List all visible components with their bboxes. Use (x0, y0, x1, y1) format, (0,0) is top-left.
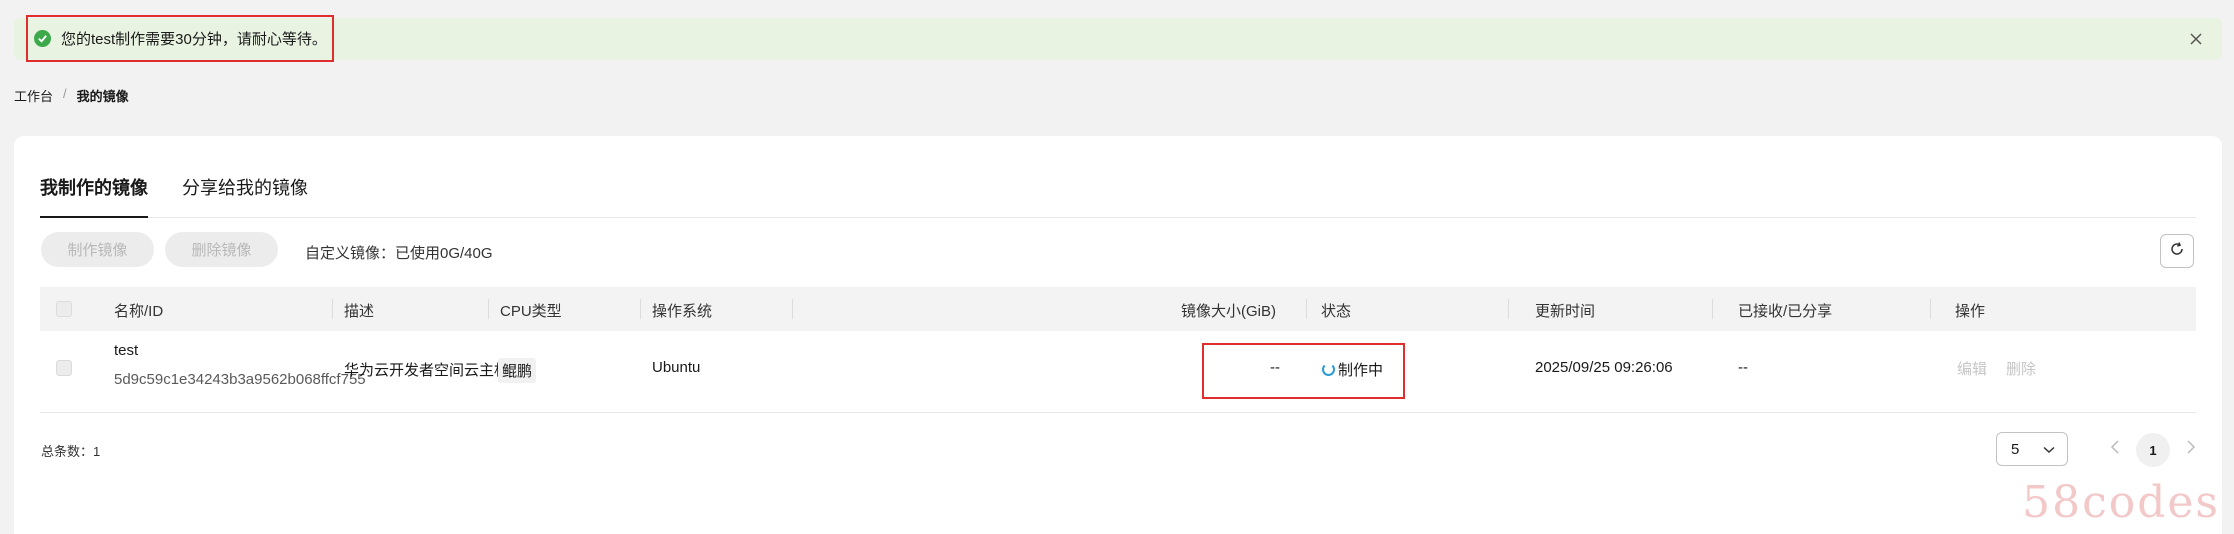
loading-icon (1322, 363, 1335, 376)
delete-image-button[interactable]: 删除镜像 (165, 232, 278, 267)
breadcrumb-workspace[interactable]: 工作台 (14, 86, 53, 105)
create-image-button[interactable]: 制作镜像 (41, 232, 154, 267)
image-status: 制作中 (1322, 359, 1383, 380)
image-name[interactable]: test (114, 342, 138, 359)
row-checkbox[interactable] (56, 360, 72, 376)
col-actions: 操作 (1955, 303, 1986, 320)
col-size: 镜像大小(GiB) (1181, 303, 1276, 320)
col-updated: 更新时间 (1535, 303, 1596, 320)
success-notice: 您的test制作需要30分钟，请耐心等待。 (14, 15, 2222, 62)
cpu-type-tag: 鲲鹏 (498, 358, 537, 383)
status-text: 制作中 (1338, 362, 1384, 379)
table-header: 名称/ID 描述 CPU类型 操作系统 镜像大小(GiB) 状态 更新时间 已接… (40, 287, 2196, 331)
image-id: 5d9c59c1e34243b3a9562b068ffcf755 (114, 371, 366, 388)
col-description: 描述 (344, 303, 375, 320)
col-shared: 已接收/已分享 (1738, 303, 1833, 320)
breadcrumb-separator: / (63, 86, 67, 101)
col-divider (1712, 299, 1713, 319)
watermark: 58codes (2022, 477, 2220, 528)
next-page-icon[interactable] (2186, 440, 2196, 459)
tab-bar: 我制作的镜像 分享给我的镜像 (40, 174, 2196, 218)
col-divider (792, 299, 793, 319)
col-cpu: CPU类型 (500, 303, 562, 320)
quota-text: 自定义镜像：已使用0G/40G (305, 245, 493, 262)
image-size: -- (1270, 359, 1280, 376)
breadcrumb-current: 我的镜像 (76, 89, 129, 104)
images-card: 我制作的镜像 分享给我的镜像 制作镜像 删除镜像 自定义镜像：已使用0G/40G… (14, 136, 2222, 534)
tab-shared-images[interactable]: 分享给我的镜像 (182, 174, 308, 218)
tab-my-images[interactable]: 我制作的镜像 (40, 174, 148, 218)
page-number-current[interactable]: 1 (2136, 433, 2170, 467)
col-divider (1508, 299, 1509, 319)
page-size-value: 5 (2011, 440, 2020, 458)
col-divider (1930, 299, 1931, 319)
refresh-icon (2169, 241, 2185, 261)
col-divider (1306, 299, 1307, 319)
notice-text: 您的test制作需要30分钟，请耐心等待。 (61, 31, 327, 48)
select-all-checkbox[interactable] (56, 301, 72, 317)
col-divider (488, 299, 489, 319)
col-name: 名称/ID (114, 303, 164, 320)
edit-link[interactable]: 编辑 (1957, 358, 1987, 379)
image-shared: -- (1738, 359, 1748, 376)
prev-page-icon[interactable] (2110, 440, 2120, 459)
check-circle-icon (34, 30, 51, 47)
total-count: 总条数：1 (41, 444, 101, 459)
col-divider (640, 299, 641, 319)
image-os: Ubuntu (652, 359, 701, 376)
refresh-button[interactable] (2160, 234, 2194, 268)
col-os: 操作系统 (652, 303, 713, 320)
notice-highlight: 您的test制作需要30分钟，请耐心等待。 (26, 15, 334, 62)
delete-link[interactable]: 删除 (2006, 358, 2036, 379)
image-description: 华为云开发者空间云主机... (344, 362, 522, 379)
image-updated: 2025/09/25 09:26:06 (1535, 359, 1673, 376)
table-row: test 5d9c59c1e34243b3a9562b068ffcf755 华为… (40, 331, 2196, 413)
close-icon[interactable] (2186, 29, 2206, 49)
page-size-select[interactable]: 5 (1996, 432, 2068, 466)
chevron-down-icon (2043, 441, 2055, 458)
col-divider (332, 299, 333, 319)
col-status: 状态 (1321, 303, 1352, 320)
breadcrumb: 工作台 / 我的镜像 (14, 86, 129, 105)
